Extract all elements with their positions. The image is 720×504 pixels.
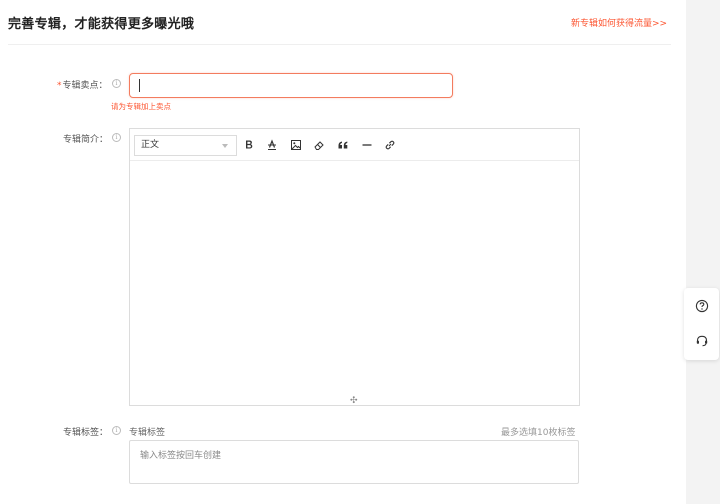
resize-handle-icon[interactable]: ✣: [350, 397, 358, 406]
quote-icon[interactable]: [334, 136, 352, 154]
horizontal-rule-icon[interactable]: [358, 136, 376, 154]
info-icon[interactable]: i: [112, 133, 121, 142]
tags-sub-label: 专辑标签: [129, 428, 166, 438]
tags-input[interactable]: 输入标签按回车创建: [129, 440, 579, 484]
required-mark: *: [57, 81, 62, 91]
selling-point-label: *专辑卖点：: [57, 78, 108, 91]
image-icon[interactable]: [287, 136, 305, 154]
intro-editor[interactable]: 正文 ✣: [129, 128, 580, 406]
info-icon[interactable]: i: [112, 79, 121, 88]
header-divider: [8, 44, 671, 45]
customer-service-icon[interactable]: [693, 332, 711, 350]
info-icon[interactable]: i: [112, 426, 121, 435]
format-select-value: 正文: [141, 140, 160, 150]
tags-limit-hint: 最多选填10枚标签: [501, 428, 576, 438]
selling-point-label-text: 专辑卖点：: [62, 81, 108, 91]
main-content: 完善专辑，才能获得更多曝光哦 新专辑如何获得流量>> *专辑卖点： i 请为专辑…: [0, 0, 686, 504]
floating-help-panel: [684, 288, 719, 360]
right-gutter: [686, 0, 720, 504]
traffic-guide-link[interactable]: 新专辑如何获得流量>>: [571, 16, 667, 29]
tags-label: 专辑标签：: [63, 428, 109, 438]
strikethrough-icon[interactable]: [263, 136, 281, 154]
eraser-icon[interactable]: [310, 136, 328, 154]
tags-placeholder: 输入标签按回车创建: [140, 451, 222, 461]
bold-icon[interactable]: [240, 136, 258, 154]
intro-label: 专辑简介：: [63, 135, 109, 145]
format-select[interactable]: 正文: [134, 135, 237, 156]
selling-point-input[interactable]: [129, 73, 453, 98]
text-caret: [139, 79, 140, 92]
editor-toolbar: 正文: [130, 129, 579, 161]
chevron-down-icon: [222, 144, 228, 148]
link-icon[interactable]: [381, 136, 399, 154]
help-icon[interactable]: [693, 297, 711, 315]
selling-point-error: 请为专辑加上卖点: [111, 102, 171, 111]
page-title: 完善专辑，才能获得更多曝光哦: [8, 17, 195, 32]
